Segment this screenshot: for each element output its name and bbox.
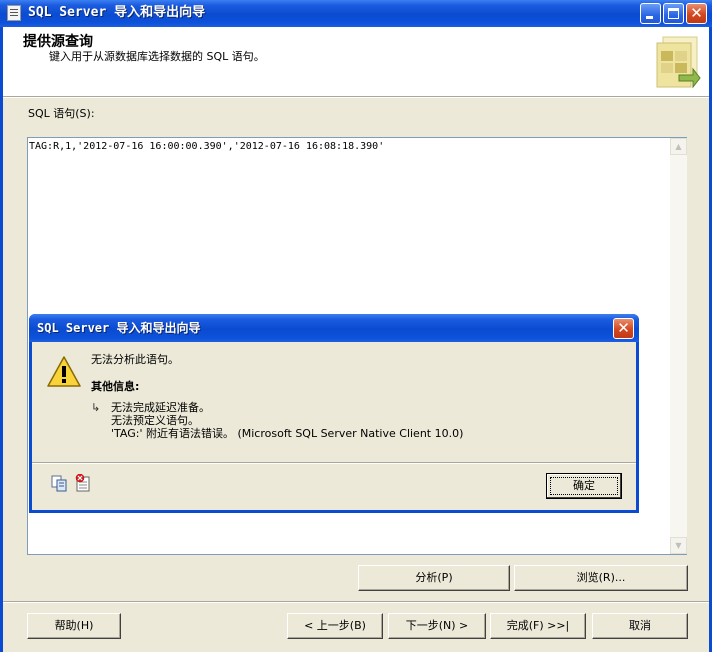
- dialog-body: 无法分析此语句。 其他信息: ↳ 无法完成延迟准备。 无法预定义语句。 'TAG…: [32, 342, 636, 510]
- error-detail-line: 'TAG:' 附近有语法错误。 (Microsoft SQL Server Na…: [111, 427, 464, 440]
- dialog-divider-highlight: [32, 463, 636, 464]
- close-button[interactable]: ✕: [686, 3, 707, 24]
- window-frame-left: [0, 27, 3, 652]
- header-divider-highlight: [3, 97, 709, 98]
- footer-divider-highlight: [3, 602, 709, 603]
- parse-button[interactable]: 分析(P): [358, 565, 510, 591]
- window-titlebar[interactable]: SQL Server 导入和导出向导 ✕: [0, 0, 712, 27]
- sql-text[interactable]: TAG:R,1,'2012-07-16 16:00:00.390','2012-…: [29, 140, 384, 153]
- close-icon: ✕: [690, 4, 703, 22]
- other-info-label: 其他信息:: [91, 380, 140, 393]
- dialog-close-button[interactable]: ✕: [613, 318, 634, 339]
- error-dialog: SQL Server 导入和导出向导 ✕ 无法分析此语句。 其他信息: ↳ 无法…: [29, 314, 639, 513]
- error-detail-line: 无法预定义语句。: [111, 414, 199, 427]
- cancel-button[interactable]: 取消: [592, 613, 688, 639]
- scroll-up-icon[interactable]: ▲: [670, 138, 687, 155]
- finish-button[interactable]: 完成(F) >>|: [490, 613, 586, 639]
- sql-label: SQL 语句(S):: [28, 107, 95, 120]
- help-button[interactable]: 帮助(H): [27, 613, 121, 639]
- browse-button[interactable]: 浏览(R)...: [514, 565, 688, 591]
- error-detail-line: 无法完成延迟准备。: [111, 401, 210, 414]
- next-button[interactable]: 下一步(N) >: [388, 613, 486, 639]
- dialog-title: SQL Server 导入和导出向导: [37, 321, 201, 335]
- dialog-titlebar[interactable]: SQL Server 导入和导出向导 ✕: [29, 314, 639, 342]
- wizard-window: SQL Server 导入和导出向导 ✕ 提供源查询 键入用于从源数据库选择数据…: [0, 0, 712, 652]
- back-button[interactable]: < 上一步(B): [287, 613, 383, 639]
- close-icon: ✕: [617, 319, 630, 337]
- page-title: 提供源查询: [23, 34, 93, 50]
- window-title: SQL Server 导入和导出向导: [28, 5, 206, 20]
- wizard-graphic-icon: [656, 36, 701, 89]
- ok-button[interactable]: 确定: [546, 473, 622, 499]
- copy-icon[interactable]: [50, 474, 68, 492]
- wizard-header: 提供源查询 键入用于从源数据库选择数据的 SQL 语句。: [3, 27, 709, 96]
- minimize-button[interactable]: [640, 3, 661, 24]
- error-details: 无法完成延迟准备。 无法预定义语句。 'TAG:' 附近有语法错误。 (Micr…: [111, 401, 463, 440]
- detail-arrow-icon: ↳: [91, 401, 101, 414]
- details-icon[interactable]: [74, 474, 92, 492]
- maximize-button[interactable]: [663, 3, 684, 24]
- warning-icon: [47, 356, 81, 387]
- dialog-message: 无法分析此语句。: [91, 353, 179, 366]
- app-icon: [7, 5, 21, 21]
- sql-scrollbar[interactable]: ▲ ▼: [670, 138, 687, 554]
- page-subtitle: 键入用于从源数据库选择数据的 SQL 语句。: [49, 50, 265, 63]
- scroll-down-icon[interactable]: ▼: [670, 537, 687, 554]
